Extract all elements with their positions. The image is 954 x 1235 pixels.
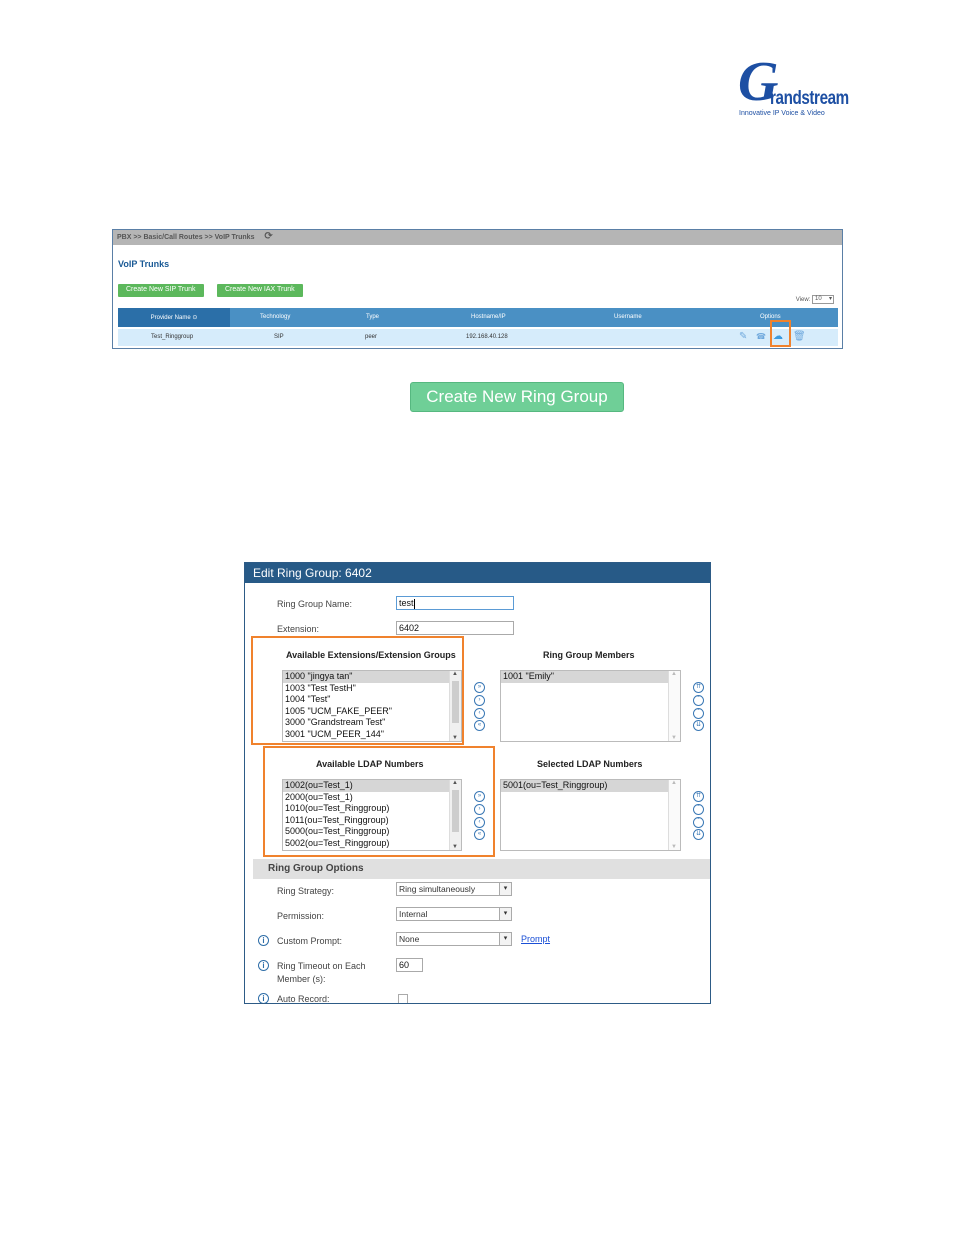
move-right-icon[interactable]: › <box>474 694 485 706</box>
move-all-right-icon[interactable]: » <box>474 682 485 693</box>
cell-technology: SIP <box>274 334 284 340</box>
view-label: View: <box>795 297 811 304</box>
move-left-icon[interactable]: ‹ <box>474 816 485 828</box>
move-bottom-icon[interactable]: ⇊ <box>693 829 704 841</box>
column-header-hostname: Hostname/IP <box>471 314 506 320</box>
auto-record-label: Auto Record: <box>277 994 330 1004</box>
ring-group-name-value: test <box>399 598 414 608</box>
cell-type: peer <box>365 334 378 340</box>
page-title: VoIP Trunks <box>118 259 170 269</box>
info-icon[interactable]: i <box>258 935 269 946</box>
list-item[interactable]: 5001(ou=Test_Ringgroup) <box>501 780 680 792</box>
edit-ring-group-dialog: Edit Ring Group: 6402 Ring Group Name: t… <box>244 562 711 1004</box>
logo-wordmark: randstream <box>770 88 849 109</box>
breadcrumb-text: PBX >> Basic/Call Routes >> VoIP Trunks <box>117 234 255 241</box>
move-down-icon[interactable]: ˇ <box>693 707 704 719</box>
chevron-down-icon: ▾ <box>499 908 511 920</box>
ring-strategy-select[interactable]: Ring simultaneously ▾ <box>396 882 512 896</box>
auto-record-checkbox[interactable] <box>398 994 408 1003</box>
ring-timeout-label-2: Member (s): <box>277 974 326 984</box>
column-header-username: Username <box>614 314 642 320</box>
extension-label: Extension: <box>277 624 320 634</box>
voip-trunks-panel: PBX >> Basic/Call Routes >> VoIP Trunks … <box>112 229 843 349</box>
view-select[interactable]: 10 <box>812 295 834 304</box>
permission-value: Internal <box>399 909 428 919</box>
scroll-up-icon: ▲ <box>671 780 677 786</box>
ring-group-name-input[interactable]: test <box>396 596 514 610</box>
column-header-provider[interactable]: Provider Name ⊙ <box>118 308 230 327</box>
ring-group-options-header: Ring Group Options <box>253 859 710 879</box>
delete-icon[interactable]: 🗑 <box>793 331 806 342</box>
move-up-icon[interactable]: ˆ <box>693 803 704 815</box>
permission-label: Permission: <box>277 911 325 921</box>
extension-input[interactable]: 6402 <box>396 621 514 635</box>
chevron-down-icon: ▾ <box>499 933 511 945</box>
scrollbar[interactable]: ▲ ▼ <box>668 780 680 850</box>
breadcrumb: PBX >> Basic/Call Routes >> VoIP Trunks … <box>113 230 842 245</box>
cell-hostname: 192.168.40.128 <box>466 334 508 340</box>
move-left-icon[interactable]: ‹ <box>474 707 485 719</box>
ldap-transfer-arrows: » › ‹ « <box>474 791 486 842</box>
highlight-box <box>251 636 464 745</box>
highlight-box <box>770 320 791 347</box>
permission-select[interactable]: Internal ▾ <box>396 907 512 921</box>
create-iax-trunk-button[interactable]: Create New IAX Trunk <box>217 284 303 297</box>
list-item[interactable]: 1001 "Emily" <box>501 671 680 683</box>
refresh-icon[interactable]: ⟳ <box>264 232 272 242</box>
move-all-left-icon[interactable]: « <box>474 720 485 732</box>
cell-provider: Test_Ringgroup <box>151 334 194 340</box>
dod-icon[interactable]: ☎ <box>756 332 766 341</box>
dialog-title: Edit Ring Group: 6402 <box>245 563 710 583</box>
view-value: 10 <box>815 296 822 302</box>
custom-prompt-value: None <box>399 934 420 944</box>
order-arrows: ⇈ ˆ ˇ ⇊ <box>693 682 705 733</box>
info-icon[interactable]: i <box>258 993 269 1003</box>
custom-prompt-select[interactable]: None ▾ <box>396 932 512 946</box>
create-ring-group-button[interactable]: Create New Ring Group <box>410 382 624 412</box>
move-bottom-icon[interactable]: ⇊ <box>693 720 704 732</box>
grandstream-logo: G randstream Innovative IP Voice & Video <box>736 54 849 120</box>
scrollbar[interactable]: ▲ ▼ <box>668 671 680 741</box>
info-icon[interactable]: i <box>258 960 269 971</box>
column-header-technology: Technology <box>260 314 291 320</box>
ring-strategy-value: Ring simultaneously <box>399 884 476 894</box>
ldap-order-arrows: ⇈ ˆ ˇ ⇊ <box>693 791 705 842</box>
column-header-type: Type <box>366 314 380 320</box>
table-header: Provider Name ⊙ Technology Type Hostname… <box>118 308 838 327</box>
edit-icon[interactable]: ✎ <box>739 331 747 342</box>
text-caret <box>413 598 415 609</box>
prompt-link[interactable]: Prompt <box>521 934 550 944</box>
ring-timeout-label: Ring Timeout on Each <box>277 961 366 971</box>
move-up-icon[interactable]: ˆ <box>693 694 704 706</box>
selected-ldap-title: Selected LDAP Numbers <box>537 759 643 769</box>
ring-group-name-label: Ring Group Name: <box>277 599 353 609</box>
ring-group-members-list[interactable]: 1001 "Emily" ▲ ▼ <box>500 670 681 742</box>
logo-tagline: Innovative IP Voice & Video <box>739 110 825 117</box>
table-row: Test_Ringgroup SIP peer 192.168.40.128 ✎… <box>118 329 838 346</box>
ring-group-members-title: Ring Group Members <box>543 650 635 660</box>
ring-strategy-label: Ring Strategy: <box>277 886 335 896</box>
scroll-down-icon: ▼ <box>671 735 677 741</box>
create-sip-trunk-button[interactable]: Create New SIP Trunk <box>118 284 204 297</box>
chevron-down-icon: ▾ <box>499 883 511 895</box>
move-down-icon[interactable]: ˇ <box>693 816 704 828</box>
sort-icon: ⊙ <box>192 315 198 321</box>
custom-prompt-label: Custom Prompt: <box>277 936 343 946</box>
highlight-box <box>263 746 495 857</box>
move-top-icon[interactable]: ⇈ <box>693 682 704 693</box>
move-right-icon[interactable]: › <box>474 803 485 815</box>
selected-ldap-list[interactable]: 5001(ou=Test_Ringgroup) ▲ ▼ <box>500 779 681 851</box>
scroll-up-icon: ▲ <box>671 671 677 677</box>
move-top-icon[interactable]: ⇈ <box>693 791 704 802</box>
scroll-down-icon: ▼ <box>671 844 677 850</box>
column-provider-label: Provider Name <box>150 315 191 321</box>
view-selector: View: 10 <box>796 295 834 304</box>
move-all-right-icon[interactable]: » <box>474 791 485 802</box>
move-all-left-icon[interactable]: « <box>474 829 485 841</box>
ring-timeout-input[interactable]: 60 <box>396 958 423 972</box>
transfer-arrows: » › ‹ « <box>474 682 486 733</box>
